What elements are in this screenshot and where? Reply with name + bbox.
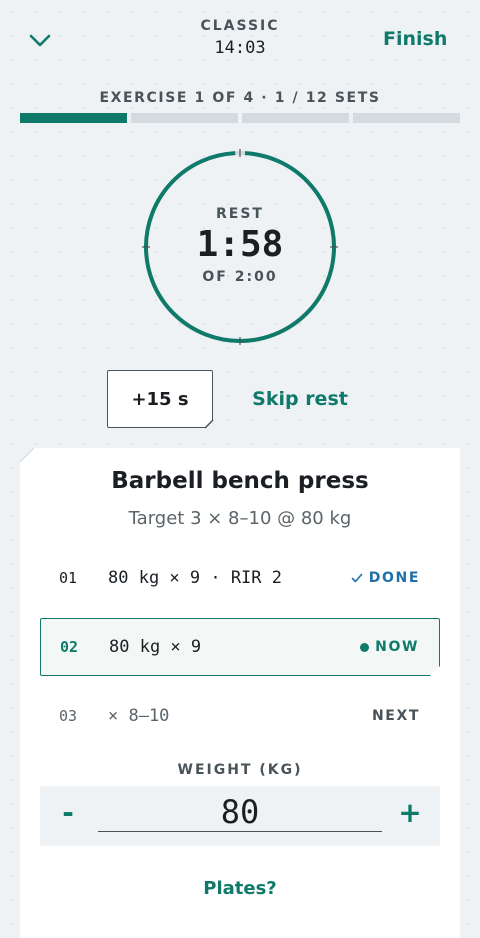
progress-segment (131, 113, 238, 123)
set-status-label: DONE (368, 570, 420, 586)
set-number: 03 (59, 707, 78, 725)
set-status-now: NOW (360, 639, 419, 655)
set-detail: 80 kg × 9 · RIR 2 (108, 568, 282, 588)
set-detail: 80 kg × 9 (109, 637, 202, 657)
progress-segment (353, 113, 460, 123)
rest-label: REST (216, 206, 264, 222)
workout-mode-label: CLASSIC (200, 18, 280, 34)
set-row-1[interactable]: 01 80 kg × 9 · RIR 2 DONE (40, 549, 440, 607)
elapsed-clock: 14:03 (214, 38, 266, 58)
exercise-title: Barbell bench press (111, 468, 369, 494)
exercise-progress-bar (20, 113, 460, 123)
skip-rest-button[interactable]: Skip rest (230, 388, 370, 410)
set-row-3[interactable]: 03 × 8–10 NEXT (40, 687, 440, 745)
set-status-next: NEXT (372, 708, 420, 724)
plates-calculator-link[interactable]: Plates? (20, 878, 460, 899)
increase-weight-button[interactable]: + (394, 796, 426, 829)
progress-summary: EXERCISE 1 OF 4 · 1 / 12 SETS (99, 90, 381, 106)
add-15-seconds-button[interactable]: +15 s (107, 370, 213, 428)
progress-segment (242, 113, 349, 123)
weight-label: WEIGHT (KG) (177, 762, 303, 778)
button-corner-accent (204, 419, 214, 429)
weight-input[interactable] (98, 792, 382, 832)
check-icon (351, 573, 363, 583)
progress-segment (20, 113, 127, 123)
set-row-2-current[interactable]: 02 80 kg × 9 NOW (40, 618, 440, 676)
set-number: 01 (59, 569, 78, 587)
finish-button[interactable]: Finish (352, 28, 472, 50)
set-status-label: NOW (375, 639, 419, 655)
decrease-weight-button[interactable]: - (52, 796, 84, 829)
set-status-done: DONE (351, 570, 420, 586)
chevron-down-icon[interactable] (26, 28, 54, 52)
dot-icon (360, 643, 369, 652)
rest-remaining-time: 1:58 (196, 224, 284, 265)
set-status-label: NEXT (371, 708, 420, 724)
set-number: 02 (60, 638, 79, 656)
set-detail: × 8–10 (108, 706, 170, 726)
exercise-target: Target 3 × 8–10 @ 80 kg (128, 508, 352, 529)
rest-total-time: OF 2:00 (202, 269, 278, 285)
